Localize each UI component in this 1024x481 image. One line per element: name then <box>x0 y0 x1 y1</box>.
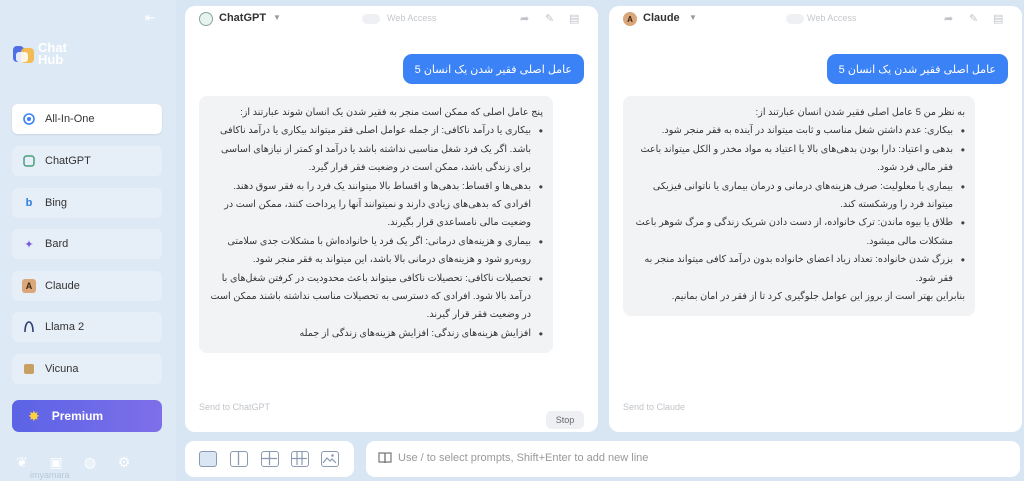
web-access-toggle[interactable] <box>786 14 804 24</box>
prompt-library-icon[interactable] <box>378 452 392 464</box>
list-item: بیکاری: عدم داشتن شغل مناسب و ثابت میتوا… <box>633 122 965 141</box>
chat-input[interactable]: Send to ChatGPT <box>199 402 270 412</box>
sidebar-item-label: ChatGPT <box>45 155 91 167</box>
theme-icon[interactable]: ◍ <box>80 452 100 472</box>
sidebar-item-all-in-one[interactable]: All-In-One <box>12 104 162 134</box>
vicuna-icon <box>22 362 36 376</box>
sidebar-item-bing[interactable]: b Bing <box>12 188 162 218</box>
premium-button[interactable]: ✸ Premium <box>12 400 162 432</box>
bot-name[interactable]: ChatGPT <box>219 12 266 24</box>
chatgpt-icon <box>22 154 36 168</box>
chat-history-icon[interactable]: ▣ <box>46 452 66 472</box>
settings-gear-icon[interactable]: ⚙ <box>114 452 134 472</box>
sidebar-item-chatgpt[interactable]: ChatGPT <box>12 146 162 176</box>
sidebar-item-claude[interactable]: A Claude <box>12 271 162 301</box>
sidebar-item-label: Bing <box>45 197 68 209</box>
chathub-logo-icon <box>13 46 34 63</box>
layout-grid-six-icon[interactable] <box>291 451 309 467</box>
bing-icon: b <box>25 197 33 209</box>
bot-response: پنج عامل اصلی که ممکن است منجر به فقیر ش… <box>199 96 553 354</box>
web-access-label: Web Access <box>387 13 437 23</box>
list-item: بدهی‌ها و اقساط: بدهی‌ها و اقساط بالا می… <box>209 178 543 233</box>
response-list: بیکاری یا درآمد ناکافی: از جمله عوامل اص… <box>209 122 543 343</box>
collapse-sidebar-icon[interactable]: ⇤ <box>145 10 163 26</box>
bard-sparkle-icon: ✦ <box>24 238 34 251</box>
premium-label: Premium <box>51 409 104 423</box>
list-item: طلاق یا بیوه ماندن: ترک خانواده، از دست … <box>633 214 965 251</box>
layout-switcher <box>185 441 354 477</box>
list-item: تحصیلات ناکافی: تحصیلات ناکافی میتواند ب… <box>209 270 543 325</box>
chat-input[interactable]: Send to Claude <box>623 402 685 412</box>
layout-two-column-icon[interactable] <box>230 451 248 467</box>
layout-grid-four-icon[interactable] <box>261 451 279 467</box>
list-item: بیماری و هزینه‌های درمانی: اگر یک فرد یا… <box>209 233 543 270</box>
sidebar-item-llama-2[interactable]: Llama 2 <box>12 312 162 342</box>
sidebar-item-label: Vicuna <box>45 363 79 375</box>
clear-chat-icon[interactable]: ✎ <box>545 12 554 25</box>
list-item: افزایش هزینه‌های زندگی: افزایش هزینه‌های… <box>209 325 543 344</box>
sidebar-footer-icons: ❦ ▣ ◍ ⚙ <box>12 452 134 472</box>
history-icon[interactable]: ▤ <box>993 12 1003 25</box>
sidebar-item-label: Bard <box>45 238 69 250</box>
user-message: عامل اصلی فقیر شدن یک انسان 5 <box>402 54 584 84</box>
claude-icon: A <box>22 279 36 293</box>
bot-response: به نظر من 5 عامل اصلی فقیر شدن انسان عبا… <box>623 96 975 317</box>
bot-name[interactable]: Claude <box>643 12 680 24</box>
watermark-text: imyamara <box>30 470 70 480</box>
claude-avatar-icon: A <box>623 12 637 26</box>
app-name: Chat Hub <box>38 41 67 67</box>
sidebar-item-label: All-In-One <box>45 113 95 125</box>
web-access-toggle[interactable] <box>362 14 380 24</box>
premium-sparkle-icon: ✸ <box>28 407 40 424</box>
list-item: بیکاری یا درآمد ناکافی: از جمله عوامل اص… <box>209 122 543 177</box>
web-access-label: Web Access <box>807 13 857 23</box>
share-icon[interactable]: ➦ <box>520 12 529 25</box>
claude-panel-header: A Claude ▼ Web Access ➦ ✎ ▤ <box>609 6 1022 30</box>
list-item: بدهی و اعتیاد: دارا بودن بدهی‌های بالا ی… <box>633 141 965 178</box>
app-logo: Chat Hub <box>12 41 92 72</box>
prompt-input[interactable]: Use / to select prompts, Shift+Enter to … <box>398 452 648 464</box>
chatgpt-avatar-icon <box>199 12 213 26</box>
chevron-down-icon[interactable]: ▼ <box>273 13 281 22</box>
response-outro: بنابراین بهتر است از بروز این عوامل جلوگ… <box>671 291 965 303</box>
sidebar-item-label: Claude <box>45 280 80 292</box>
response-intro: به نظر من 5 عامل اصلی فقیر شدن انسان عبا… <box>755 107 965 118</box>
response-intro: پنج عامل اصلی که ممکن است منجر به فقیر ش… <box>240 107 543 118</box>
all-in-one-icon <box>22 112 36 126</box>
stop-button[interactable]: Stop <box>546 411 584 429</box>
clear-chat-icon[interactable]: ✎ <box>969 12 978 25</box>
sidebar-item-label: Llama 2 <box>45 321 85 333</box>
user-message: عامل اصلی فقیر شدن یک انسان 5 <box>826 54 1008 84</box>
response-list: بیکاری: عدم داشتن شغل مناسب و ثابت میتوا… <box>633 122 965 288</box>
list-item: بیماری یا معلولیت: صرف هزینه‌های درمانی … <box>633 178 965 215</box>
feedback-icon[interactable]: ❦ <box>12 452 32 472</box>
image-input-icon[interactable] <box>321 451 339 467</box>
layout-single-icon[interactable] <box>199 451 217 467</box>
history-icon[interactable]: ▤ <box>569 12 579 25</box>
claude-panel: A Claude ▼ Web Access ➦ ✎ ▤ عامل اصلی فق… <box>609 6 1022 432</box>
sidebar: ⇤ Chat Hub All-In-One ChatGPT b Bing ✦ B… <box>0 0 176 481</box>
chevron-down-icon[interactable]: ▼ <box>689 13 697 22</box>
llama-icon <box>22 320 36 334</box>
share-icon[interactable]: ➦ <box>944 12 953 25</box>
list-item: بزرگ شدن خانواده: تعداد زیاد اعضای خانوا… <box>633 251 965 288</box>
prompt-bar: Use / to select prompts, Shift+Enter to … <box>366 441 1020 477</box>
sidebar-item-vicuna[interactable]: Vicuna <box>12 354 162 384</box>
sidebar-item-bard[interactable]: ✦ Bard <box>12 229 162 259</box>
chatgpt-panel-header: ChatGPT ▼ Web Access ➦ ✎ ▤ <box>185 6 598 30</box>
app-name-line2: Hub <box>38 52 64 67</box>
chatgpt-panel: ChatGPT ▼ Web Access ➦ ✎ ▤ عامل اصلی فقی… <box>185 6 598 432</box>
